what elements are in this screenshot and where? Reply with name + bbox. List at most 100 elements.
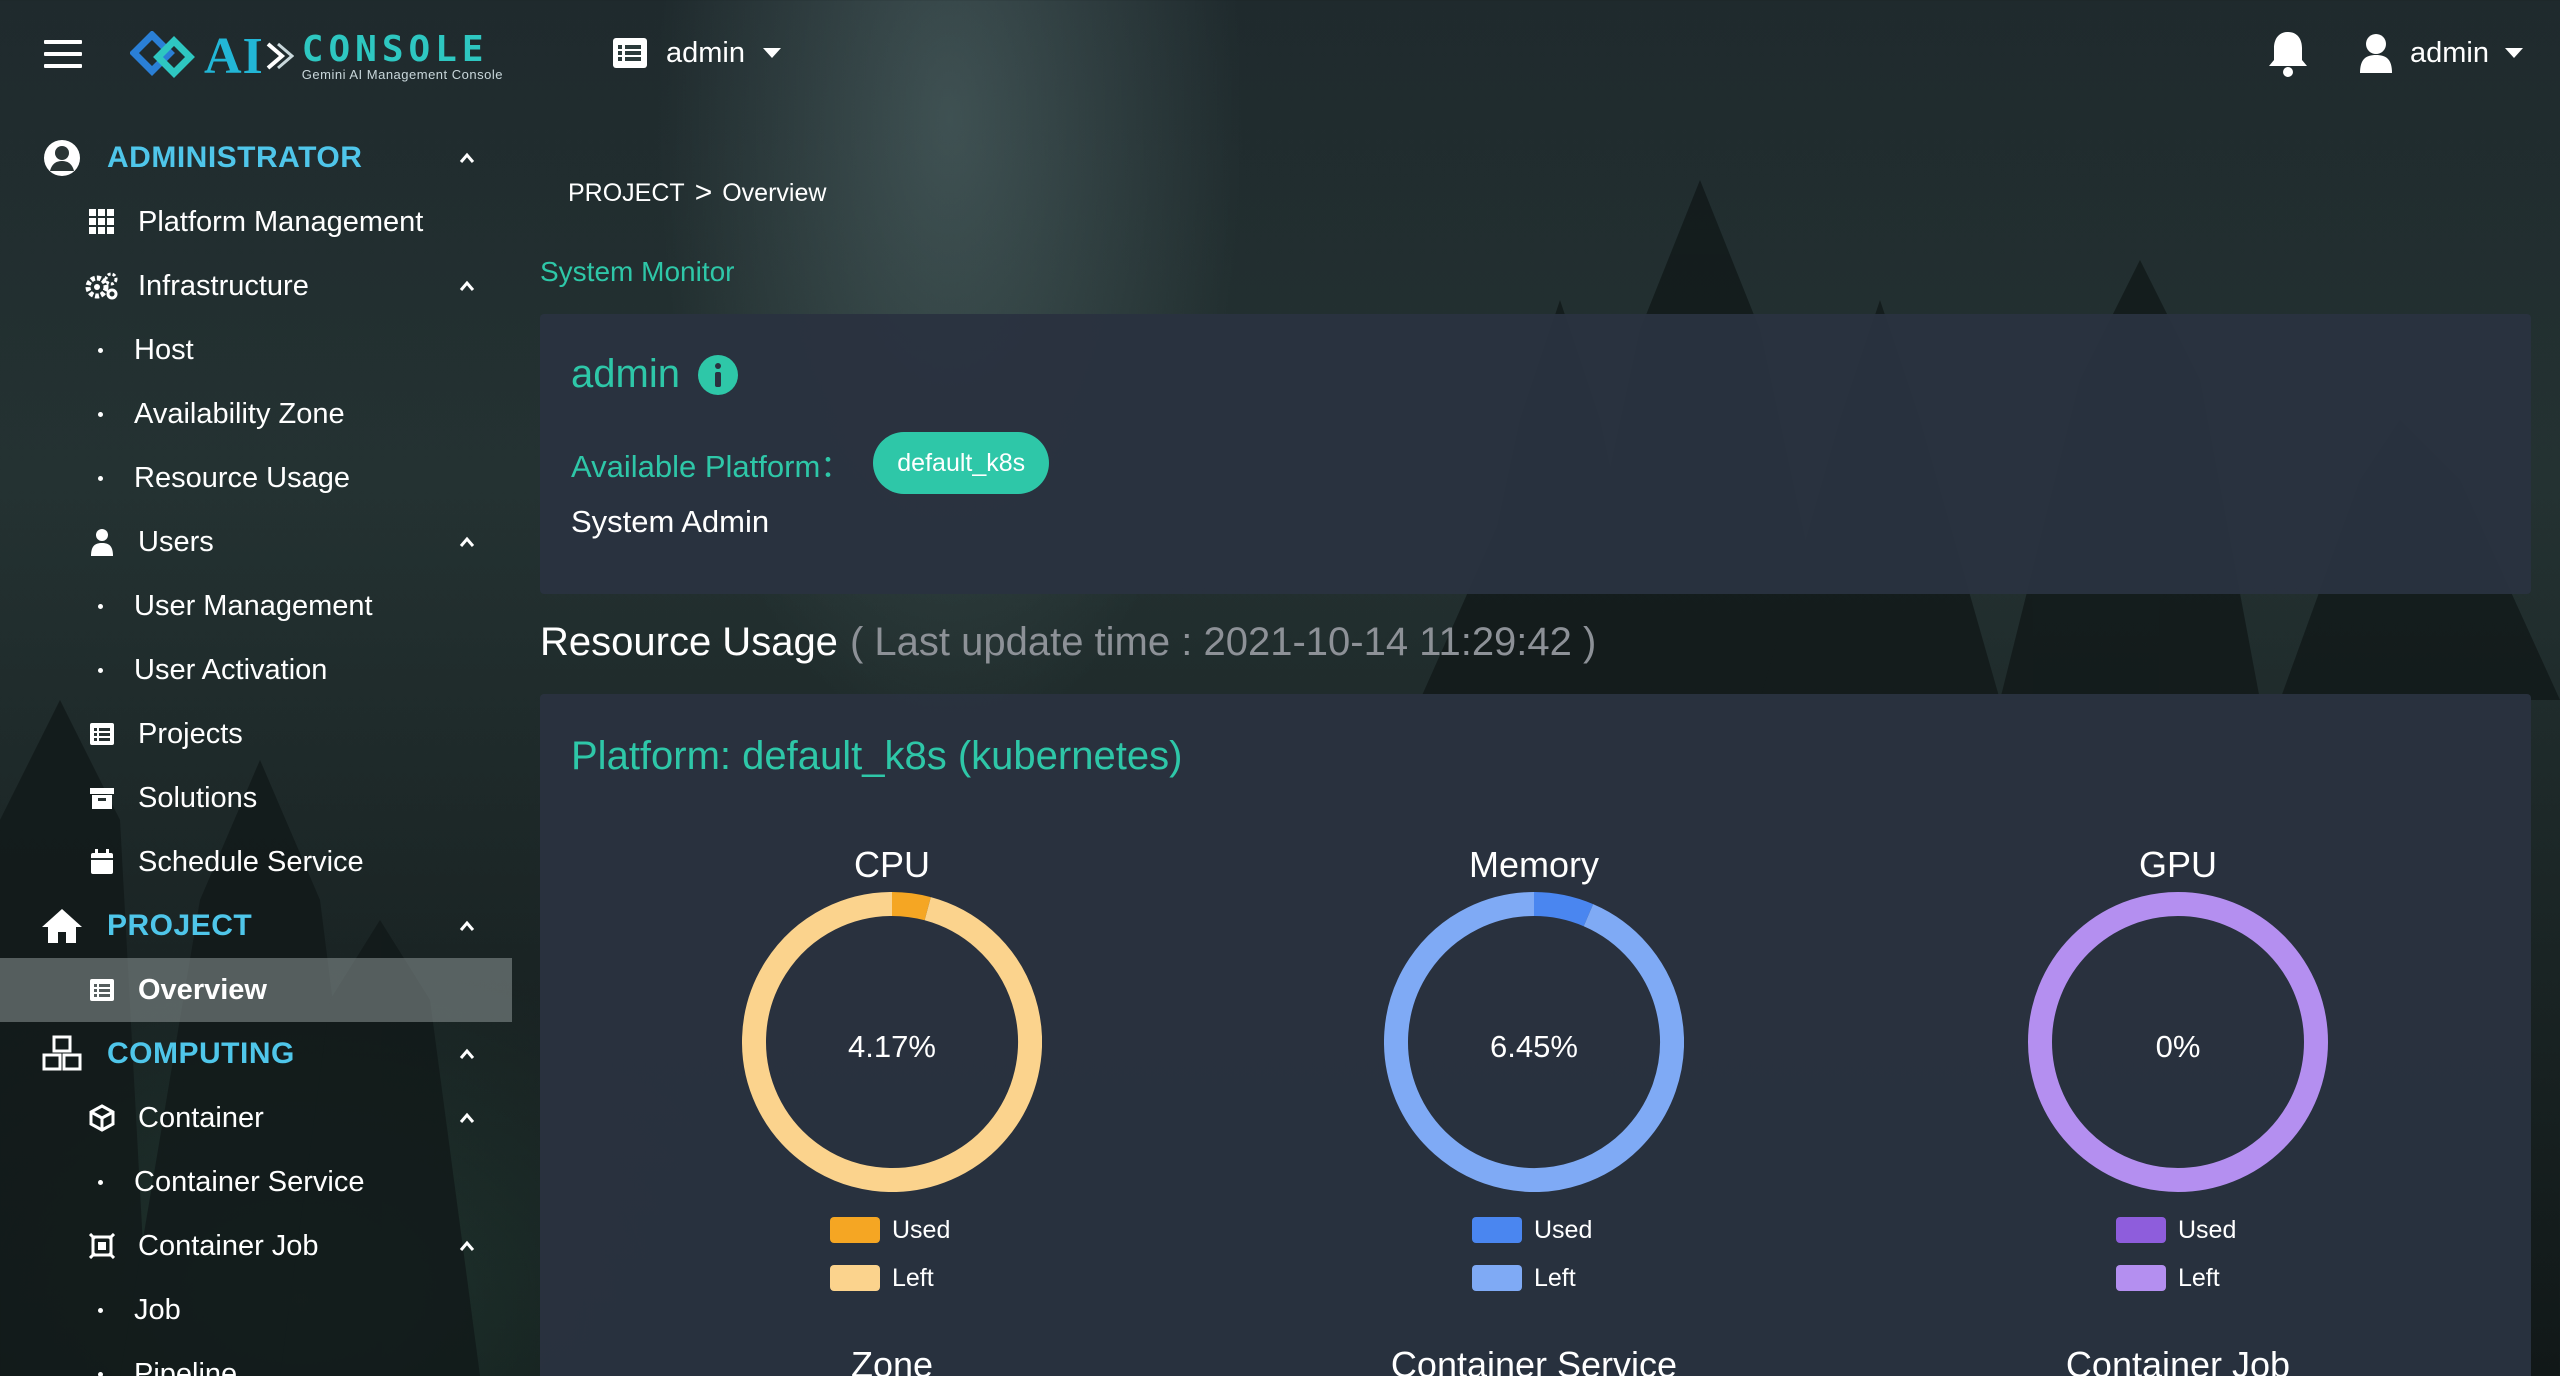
system-monitor-link[interactable]: System Monitor [540, 256, 735, 288]
account-circle-icon [40, 136, 84, 180]
legend-swatch [1472, 1265, 1522, 1291]
cubes-icon [40, 1032, 84, 1076]
sidebar-item-label: Solutions [138, 781, 258, 814]
sidebar-item-label: Container Service [134, 1165, 365, 1198]
legend-label: Left [892, 1263, 934, 1292]
available-platform-label: Available Platform： [571, 448, 852, 484]
sidebar-item-availability-zone[interactable]: Availability Zone [0, 382, 512, 446]
sidebar-item-projects[interactable]: Projects [0, 702, 512, 766]
sidebar-item-overview[interactable]: Overview [0, 958, 512, 1022]
donut-slice-used[interactable] [891, 892, 931, 921]
available-platform-row: Available Platform： default_k8s [571, 432, 1050, 494]
sidebar-item-container[interactable]: Container [0, 1086, 512, 1150]
bullet-icon [98, 1372, 103, 1376]
sidebar-item-users[interactable]: Users [0, 510, 512, 574]
chart-center-value: 0% [2155, 1029, 2201, 1064]
info-icon[interactable] [697, 354, 738, 395]
list-icon [84, 972, 120, 1008]
sidebar-item-label: Platform Management [138, 205, 424, 238]
logo-arrow-icon [266, 42, 294, 70]
chevron-up-icon [459, 152, 475, 163]
admin-username: admin [571, 352, 680, 396]
legend-label: Used [892, 1215, 951, 1244]
admin-info-card: admin Available Platform： default_k8s Sy… [540, 314, 2531, 594]
container-service-section-title: Container Service [1390, 1344, 1678, 1376]
sidebar-item-label: User Activation [134, 653, 328, 686]
chart-legend: Used Left [830, 1206, 950, 1302]
logo-subtext: Gemini AI Management Console [301, 66, 503, 82]
sidebar-section-project[interactable]: PROJECT [0, 894, 512, 958]
bullet-icon [98, 1180, 103, 1185]
sidebar-item-user-management[interactable]: User Management [0, 574, 512, 638]
sidebar-item-label: Container [138, 1101, 264, 1134]
chart-center-value: 4.17% [848, 1029, 936, 1064]
sidebar-section-administrator[interactable]: ADMINISTRATOR [0, 126, 512, 190]
gears-icon [84, 268, 120, 304]
platform-chip[interactable]: default_k8s [873, 432, 1050, 494]
legend-item-used[interactable]: Used [830, 1206, 950, 1254]
caret-down-icon [2505, 48, 2523, 58]
sidebar-item-label: Availability Zone [134, 397, 345, 430]
menu-toggle-icon[interactable] [44, 40, 82, 68]
sidebar-item-label: Pipeline [134, 1357, 238, 1376]
sidebar-item-label: Schedule Service [138, 845, 364, 878]
user-menu-dropdown[interactable]: admin [2358, 30, 2523, 76]
sidebar-item-schedule-service[interactable]: Schedule Service [0, 830, 512, 894]
container-job-section-title: Container Job [2065, 1344, 2291, 1376]
sidebar-item-job[interactable]: Job [0, 1278, 512, 1342]
bullet-icon [98, 1308, 103, 1313]
chart-title: CPU [853, 844, 930, 885]
sidebar-item-label: Host [134, 333, 194, 366]
sidebar-item-solutions[interactable]: Solutions [0, 766, 512, 830]
notification-bell-icon[interactable] [2264, 28, 2312, 78]
list-icon [84, 716, 120, 752]
legend-swatch [2116, 1217, 2166, 1243]
sidebar-item-pipeline[interactable]: Pipeline [0, 1342, 512, 1376]
sidebar-item-host[interactable]: Host [0, 318, 512, 382]
sidebar-item-label: Infrastructure [138, 269, 309, 302]
sidebar-item-user-activation[interactable]: User Activation [0, 638, 512, 702]
donut-slice-used[interactable] [1533, 892, 1594, 927]
sidebar-section-label: COMPUTING [107, 1037, 295, 1070]
project-selector-dropdown[interactable]: admin [612, 30, 781, 76]
bullet-icon [98, 412, 103, 417]
platform-title: Platform: default_k8s (kubernetes) [571, 734, 1183, 778]
chevron-up-icon [459, 920, 475, 931]
resource-usage-card: Platform: default_k8s (kubernetes) CPU 4… [540, 694, 2531, 1376]
job-icon [84, 1228, 120, 1264]
memory-donut-chart: Memory 6.45% Used Left [1364, 844, 1704, 1294]
legend-item-used[interactable]: Used [2116, 1206, 2236, 1254]
chevron-up-icon [459, 280, 475, 291]
last-update-time: ( Last update time : 2021-10-14 11:29:42… [849, 620, 1597, 664]
sidebar-item-container-job[interactable]: Container Job [0, 1214, 512, 1278]
chart-center-value: 6.45% [1490, 1029, 1578, 1064]
home-icon [40, 904, 84, 948]
sidebar-item-label: User Management [134, 589, 373, 622]
app-logo[interactable]: AI CONSOLE Gemini AI Management Console [130, 27, 570, 85]
sidebar-item-platform-management[interactable]: Platform Management [0, 190, 512, 254]
top-bar: AI CONSOLE Gemini AI Management Console … [0, 0, 2560, 106]
legend-item-used[interactable]: Used [1472, 1206, 1592, 1254]
chart-title: GPU [2138, 844, 2217, 885]
legend-swatch [830, 1265, 880, 1291]
logo-ai-text: AI [204, 27, 264, 85]
legend-label: Left [1534, 1263, 1576, 1292]
sidebar-nav: ADMINISTRATOR Platform Management Infras… [0, 126, 512, 1376]
logo-mark-icon [130, 31, 195, 78]
breadcrumb-root[interactable]: PROJECT [568, 179, 685, 208]
breadcrumb-current: Overview [722, 178, 827, 207]
legend-item-left[interactable]: Left [1472, 1254, 1592, 1302]
sidebar-item-resource-usage[interactable]: Resource Usage [0, 446, 512, 510]
legend-item-left[interactable]: Left [2116, 1254, 2236, 1302]
sidebar-item-container-service[interactable]: Container Service [0, 1150, 512, 1214]
sidebar-item-label: Users [138, 525, 214, 558]
sidebar-section-label: ADMINISTRATOR [107, 141, 363, 174]
cpu-donut-chart: CPU 4.17% Used Left [722, 844, 1062, 1294]
sidebar-item-label: Projects [138, 717, 243, 750]
legend-swatch [1472, 1217, 1522, 1243]
legend-item-left[interactable]: Left [830, 1254, 950, 1302]
sidebar-item-label: Job [134, 1293, 181, 1326]
sidebar-section-computing[interactable]: COMPUTING [0, 1022, 512, 1086]
sidebar-item-infrastructure[interactable]: Infrastructure [0, 254, 512, 318]
chart-legend: Used Left [2116, 1206, 2236, 1302]
